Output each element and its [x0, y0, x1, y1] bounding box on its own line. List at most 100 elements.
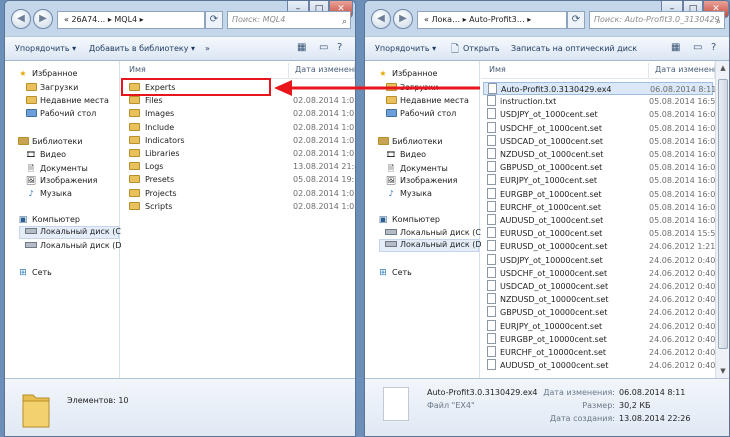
table-row[interactable]: Files 02.08.2014 1:01: [125, 94, 355, 107]
table-row[interactable]: USDJPY_ot_1000cent.set 05.08.2014 16:06: [483, 108, 720, 121]
help-icon[interactable]: ?: [711, 42, 716, 53]
table-row[interactable]: GBPUSD_ot_10000cent.set 24.06.2012 0:40: [483, 306, 715, 319]
nav-disk-c[interactable]: Локальный диск (C:): [19, 226, 127, 239]
nav-images[interactable]: 🖼 Изображения: [25, 176, 98, 185]
refresh-button[interactable]: ⟳: [205, 11, 223, 29]
search-input[interactable]: Поиск: Auto-Profit3.0_3130429 ⌕: [589, 11, 725, 29]
file-date: 05.08.2014 16:01: [649, 202, 721, 212]
table-row[interactable]: Logs 13.08.2014 21:43: [125, 160, 355, 173]
add-to-library-button[interactable]: Добавить в библиотеку ▾: [89, 44, 195, 53]
table-row[interactable]: EURJPY_ot_1000cent.set 05.08.2014 16:03: [483, 174, 720, 187]
table-row[interactable]: USDCAD_ot_10000cent.set 24.06.2012 0:40: [483, 280, 715, 293]
table-row[interactable]: Indicators 02.08.2014 1:01: [125, 134, 355, 147]
nav-video[interactable]: 🎞 Видео: [25, 150, 66, 159]
nav-disk-c[interactable]: Локальный диск (C:): [385, 228, 487, 237]
nav-recent[interactable]: Недавние места: [25, 96, 109, 105]
nav-favorites[interactable]: ★ Избранное: [17, 69, 77, 78]
nav-computer[interactable]: ▣ Компьютер: [377, 215, 440, 225]
table-row[interactable]: GBPUSD_ot_1000cent.set 05.08.2014 16:04: [483, 161, 720, 174]
file-icon: [487, 134, 496, 146]
nav-favorites[interactable]: ★ Избранное: [377, 69, 437, 78]
table-row[interactable]: USDCHF_ot_10000cent.set 24.06.2012 0:40: [483, 266, 715, 280]
table-row[interactable]: Presets 05.08.2014 19:39: [125, 173, 355, 186]
nav-network[interactable]: ⊞ Сеть: [377, 268, 412, 278]
column-header-name[interactable]: Имя: [483, 63, 649, 79]
table-row[interactable]: EURGBP_ot_10000cent.set 24.06.2012 0:40: [483, 332, 715, 346]
burn-disc-button[interactable]: Записать на оптический диск: [511, 44, 637, 53]
table-row[interactable]: Scripts 02.08.2014 1:01: [125, 200, 355, 213]
nav-desktop[interactable]: Рабочий стол: [385, 109, 456, 118]
address-bar[interactable]: « Лока… ▸ Auto-Profit3… ▸: [417, 11, 567, 29]
organize-button[interactable]: Упорядочить ▾: [15, 44, 76, 53]
view-options-icon[interactable]: ▦: [297, 42, 306, 53]
back-button[interactable]: ◀: [371, 9, 391, 29]
nav-network[interactable]: ⊞ Сеть: [17, 268, 52, 278]
vertical-scrollbar[interactable]: ▲ ▼: [715, 61, 729, 378]
detail-size-label: Размер:: [582, 401, 615, 410]
forward-button[interactable]: ▶: [393, 9, 413, 29]
search-input[interactable]: Поиск: MQL4 ⌕: [227, 11, 351, 29]
nav-libraries[interactable]: Библиотеки: [17, 137, 82, 146]
scroll-thumb[interactable]: [718, 79, 728, 349]
detail-filetype: Файл "EX4": [427, 401, 475, 410]
refresh-button[interactable]: ⟳: [567, 11, 585, 29]
table-row[interactable]: AUDUSD_ot_10000cent.set 24.06.2012 0:40: [483, 359, 715, 372]
nav-music[interactable]: ♪ Музыка: [25, 189, 72, 198]
organize-button[interactable]: Упорядочить ▾: [375, 44, 436, 53]
more-commands-button[interactable]: »: [205, 44, 210, 53]
table-row[interactable]: instruction.txt 05.08.2014 16:52: [483, 95, 720, 108]
scroll-up-icon[interactable]: ▲: [716, 61, 729, 75]
nav-disk-d[interactable]: Локальный диск (D:): [25, 241, 127, 250]
folder-icon: [129, 188, 140, 197]
nav-music[interactable]: ♪ Музыка: [385, 189, 432, 198]
desktop-icon: [385, 109, 397, 117]
table-row[interactable]: EURUSD_ot_10000cent.set 24.06.2012 1:21: [483, 240, 715, 253]
back-button[interactable]: ◀: [11, 9, 31, 29]
view-options-icon[interactable]: ▦: [671, 42, 680, 53]
nav-images[interactable]: 🖼 Изображения: [385, 176, 458, 185]
nav-recent[interactable]: Недавние места: [385, 96, 469, 105]
table-row[interactable]: EURUSD_ot_1000cent.set 05.08.2014 15:59: [483, 227, 720, 240]
nav-downloads[interactable]: Загрузки: [25, 83, 78, 92]
column-header-name[interactable]: Имя: [123, 63, 289, 79]
table-row[interactable]: Projects 02.08.2014 1:01: [125, 187, 355, 200]
table-row[interactable]: NZDUSD_ot_10000cent.set 24.06.2012 0:40: [483, 293, 715, 306]
preview-pane-icon[interactable]: ▭: [693, 42, 702, 53]
table-row[interactable]: EURCHF_ot_1000cent.set 05.08.2014 16:01: [483, 200, 720, 214]
table-row[interactable]: Images 02.08.2014 1:01: [125, 107, 355, 120]
nav-documents[interactable]: 🗎 Документы: [385, 163, 448, 177]
back-arrow-icon: ◀: [377, 13, 385, 24]
table-row[interactable]: USDJPY_ot_10000cent.set 24.06.2012 0:40: [483, 253, 715, 267]
file-icon: [487, 161, 496, 173]
forward-button[interactable]: ▶: [33, 9, 53, 29]
table-row[interactable]: Experts: [125, 81, 355, 94]
nav-disk-d[interactable]: Локальный диск (D:): [379, 239, 487, 252]
column-header-date[interactable]: Дата изменения: [289, 63, 355, 79]
table-row[interactable]: USDCHF_ot_1000cent.set 05.08.2014 16:05: [483, 121, 720, 135]
table-row[interactable]: USDCAD_ot_1000cent.set 05.08.2014 16:05: [483, 134, 720, 148]
table-row[interactable]: Libraries 02.08.2014 1:01: [125, 147, 355, 160]
table-row[interactable]: EURGBP_ot_1000cent.set 05.08.2014 16:02: [483, 187, 720, 201]
open-button[interactable]: Открыть: [463, 44, 500, 53]
address-bar[interactable]: « 26A74… ▸ MQL4 ▸: [57, 11, 205, 29]
nav-computer[interactable]: ▣ Компьютер: [17, 215, 80, 225]
file-date: 05.08.2014 16:06: [649, 110, 721, 120]
table-row[interactable]: Include 02.08.2014 1:01: [125, 121, 355, 134]
table-row[interactable]: Auto-Profit3.0.3130429.ex4 06.08.2014 8:1…: [483, 82, 716, 95]
nav-libraries[interactable]: Библиотеки: [377, 137, 442, 146]
nav-desktop[interactable]: Рабочий стол: [25, 109, 96, 118]
nav-video[interactable]: 🎞 Видео: [385, 150, 426, 159]
table-row[interactable]: AUDUSD_ot_1000cent.set 05.08.2014 16:00: [483, 214, 720, 227]
preview-pane-icon[interactable]: ▭: [319, 42, 328, 53]
nav-documents[interactable]: 🗎 Документы: [25, 163, 88, 177]
table-row[interactable]: EURJPY_ot_10000cent.set 24.06.2012 0:40: [483, 319, 715, 333]
nav-downloads[interactable]: Загрузки: [385, 83, 438, 92]
file-icon: [487, 121, 496, 133]
file-name: Images: [145, 109, 175, 119]
scroll-down-icon[interactable]: ▼: [716, 364, 729, 378]
table-row[interactable]: NZDUSD_ot_1000cent.set 05.08.2014 16:05: [483, 148, 720, 161]
file-icon: [487, 187, 496, 199]
column-header-date[interactable]: Дата изменения: [649, 63, 724, 79]
help-icon[interactable]: ?: [337, 42, 342, 53]
table-row[interactable]: EURCHF_ot_10000cent.set 24.06.2012 0:40: [483, 346, 715, 359]
